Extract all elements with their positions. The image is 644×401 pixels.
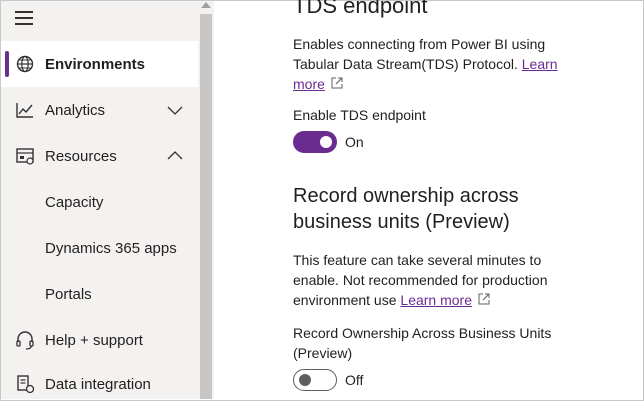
settings-panel: TDS endpoint Enables connecting from Pow… [214, 0, 642, 399]
heading-line: business units (Preview) [293, 211, 510, 233]
description-line: environment use [293, 292, 397, 308]
label-line: (Preview) [293, 345, 353, 361]
headset-icon [16, 331, 34, 350]
sidebar-item-analytics[interactable]: Analytics [1, 87, 198, 133]
sidebar-item-resources[interactable]: Resources [1, 133, 198, 179]
active-indicator [5, 51, 9, 77]
chart-line-icon [16, 103, 33, 118]
chevron-up-icon[interactable] [167, 148, 183, 164]
tds-description-line: Enables connecting from Power BI using [293, 36, 546, 52]
hamburger-menu-icon[interactable] [15, 11, 33, 25]
resources-icon [16, 148, 34, 165]
toggle-knob [320, 136, 332, 148]
sidebar-item-label: Data integration [45, 375, 151, 393]
tds-learn-more-link[interactable]: Learn [522, 56, 558, 72]
globe-icon [16, 55, 34, 73]
toggle-knob [299, 374, 311, 386]
label-line: Record Ownership Across Business Units [293, 325, 552, 341]
description-line: enable. Not recommended for production [293, 272, 548, 288]
record-ownership-heading: Record ownership across business units (… [293, 183, 593, 235]
tds-setting-label: Enable TDS endpoint [293, 107, 426, 123]
sidebar-item-label: Help + support [45, 331, 143, 349]
record-ownership-learn-more-link[interactable]: Learn more [400, 292, 472, 308]
sidebar-item-label: Resources [45, 147, 117, 165]
sidebar-item-help-support[interactable]: Help + support [1, 317, 198, 363]
tds-learn-more-link-continued[interactable]: more [293, 76, 325, 92]
sidebar-item-label: Dynamics 365 apps [45, 239, 177, 257]
heading-line: Record ownership across [293, 185, 519, 207]
chevron-down-icon[interactable] [167, 102, 183, 118]
record-ownership-description: This feature can take several minutes to… [293, 250, 613, 310]
record-ownership-toggle-state: Off [345, 372, 364, 388]
sidebar-item-portals[interactable]: Portals [1, 271, 198, 317]
sidebar-item-capacity[interactable]: Capacity [1, 179, 198, 225]
sidebar-nav: Environments Analytics Resources Capacit… [1, 1, 198, 399]
sidebar-item-label: Capacity [45, 193, 104, 211]
scroll-up-arrow-icon[interactable] [201, 2, 211, 8]
record-ownership-setting-label: Record Ownership Across Business Units (… [293, 323, 613, 363]
tds-endpoint-toggle[interactable] [293, 131, 337, 153]
data-integration-icon [17, 375, 35, 394]
sidebar-item-label: Analytics [45, 101, 106, 119]
tds-description-line: Tabular Data Stream(TDS) Protocol. [293, 56, 518, 72]
sidebar-item-environments[interactable]: Environments [1, 41, 198, 87]
tds-toggle-state: On [345, 134, 364, 150]
external-link-icon[interactable] [331, 77, 343, 89]
record-ownership-toggle[interactable] [293, 369, 337, 391]
external-link-icon[interactable] [478, 293, 490, 305]
sidebar-item-label: Environments [45, 55, 146, 73]
sidebar-item-label: Portals [45, 285, 92, 303]
sidebar-item-data-integration[interactable]: Data integration [1, 361, 198, 401]
description-line: This feature can take several minutes to [293, 252, 542, 268]
tds-section-heading: TDS endpoint [293, 0, 428, 18]
scrollbar-thumb[interactable] [200, 14, 212, 399]
tds-description: Enables connecting from Power BI using T… [293, 34, 558, 94]
sidebar-item-dynamics-365-apps[interactable]: Dynamics 365 apps [1, 225, 198, 271]
